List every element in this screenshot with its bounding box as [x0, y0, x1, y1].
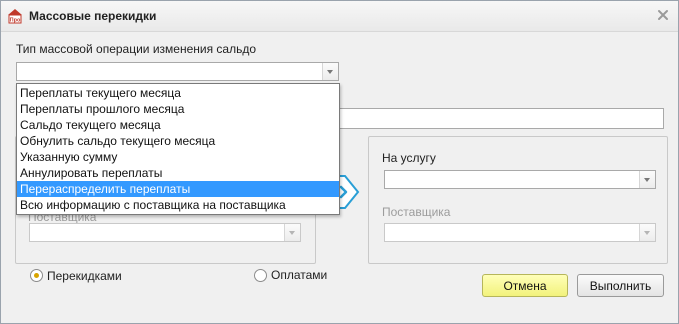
- close-icon[interactable]: [657, 9, 669, 21]
- chevron-down-icon[interactable]: [639, 171, 655, 188]
- radio-oplaty[interactable]: [254, 269, 267, 282]
- radio-selected-dot: [34, 273, 39, 278]
- target-supplier-label: Поставщика: [382, 205, 451, 219]
- radio-perekidki[interactable]: [30, 269, 43, 282]
- dropdown-option[interactable]: Аннулировать переплаты: [17, 165, 339, 181]
- chevron-down-icon[interactable]: [284, 224, 300, 241]
- dropdown-option[interactable]: Сальдо текущего месяца: [17, 117, 339, 133]
- dropdown-option[interactable]: Обнулить сальдо текущего месяца: [17, 133, 339, 149]
- dropdown-option[interactable]: Переплаты прошлого месяца: [17, 101, 339, 117]
- target-service-select[interactable]: [384, 170, 656, 189]
- dialog-content: Тип массовой операции изменения сальдо П…: [1, 32, 678, 323]
- app-logo-text: Про: [10, 18, 21, 24]
- operation-type-dropdown-list: Переплаты текущего месяца Переплаты прош…: [16, 83, 340, 215]
- app-logo-icon: Про: [8, 9, 22, 24]
- window-title: Массовые перекидки: [29, 9, 157, 23]
- cancel-button[interactable]: Отмена: [482, 274, 568, 297]
- source-supplier-select[interactable]: [29, 223, 301, 242]
- operation-type-label: Тип массовой операции изменения сальдо: [16, 42, 257, 56]
- dropdown-option[interactable]: Всю информацию с поставщика на поставщик…: [17, 197, 339, 213]
- dropdown-option-highlighted[interactable]: Перераспределить переплаты: [17, 181, 339, 197]
- chevron-down-icon[interactable]: [639, 224, 655, 241]
- title-bar: Про Массовые перекидки: [1, 1, 678, 32]
- execute-button[interactable]: Выполнить: [577, 274, 664, 297]
- dialog-window: Про Массовые перекидки Тип массовой опер…: [0, 0, 679, 324]
- dropdown-option[interactable]: Указанную сумму: [17, 149, 339, 165]
- target-service-label: На услугу: [382, 151, 436, 165]
- chevron-down-icon[interactable]: [322, 63, 338, 80]
- target-group: На услугу Поставщика: [368, 136, 668, 264]
- radio-oplaty-label[interactable]: Оплатами: [271, 268, 327, 282]
- radio-perekidki-label[interactable]: Перекидками: [47, 269, 122, 283]
- operation-type-select[interactable]: [16, 62, 339, 81]
- target-supplier-select[interactable]: [384, 223, 656, 242]
- dropdown-option[interactable]: Переплаты текущего месяца: [17, 85, 339, 101]
